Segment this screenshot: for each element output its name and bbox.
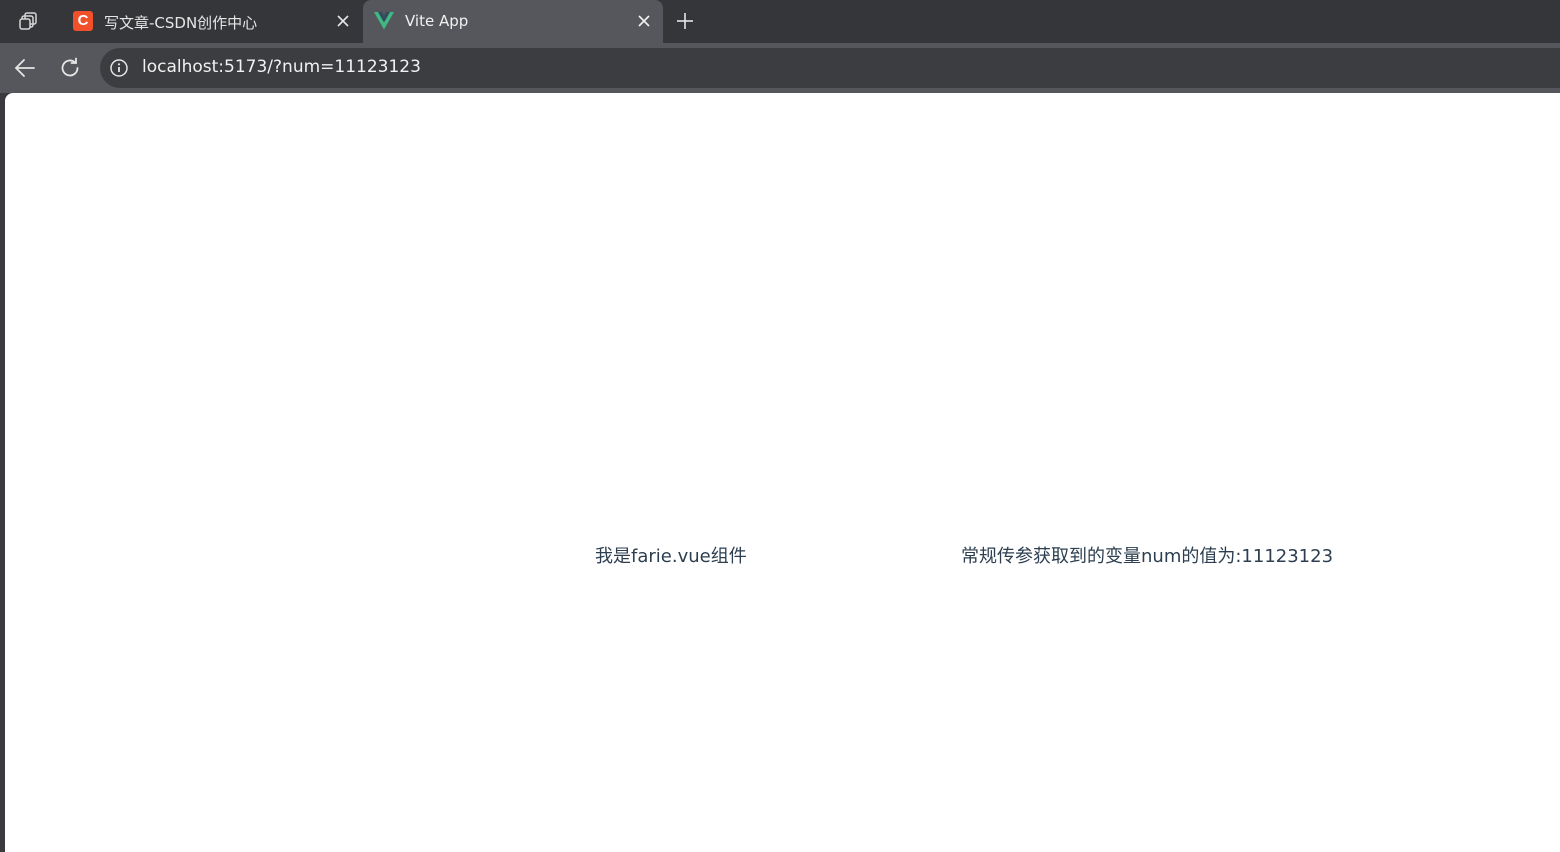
close-icon[interactable] (334, 12, 352, 30)
query-param-text: 常规传参获取到的变量num的值为:11123123 (961, 546, 1334, 567)
tab-title: Vite App (405, 12, 469, 30)
browser-toolbar: localhost:5173/?num=11123123 (0, 43, 1560, 93)
fairy-component-text: 我是farie.vue组件 (595, 546, 747, 567)
new-tab-button[interactable] (671, 7, 699, 35)
url-text: localhost:5173/?num=11123123 (142, 57, 421, 77)
info-icon[interactable] (110, 59, 128, 77)
reload-icon (61, 57, 79, 77)
back-button[interactable] (11, 54, 39, 82)
address-bar[interactable]: localhost:5173/?num=11123123 (100, 48, 1560, 88)
tab-title: 写文章-CSDN创作中心 (104, 14, 258, 32)
tab-vite-app[interactable]: Vite App (363, 0, 663, 43)
reload-button[interactable] (56, 54, 84, 82)
tab-strip: C 写文章-CSDN创作中心 Vite App (0, 0, 1560, 43)
close-icon[interactable] (635, 12, 653, 30)
workspaces-icon[interactable] (14, 7, 44, 35)
vue-logo-icon (374, 11, 394, 31)
arrow-left-icon (15, 59, 35, 77)
page-viewport: 我是farie.vue组件 常规传参获取到的变量num的值为:11123123 (5, 93, 1560, 852)
csdn-icon: C (73, 11, 93, 31)
tab-csdn[interactable]: C 写文章-CSDN创作中心 (62, 0, 362, 43)
